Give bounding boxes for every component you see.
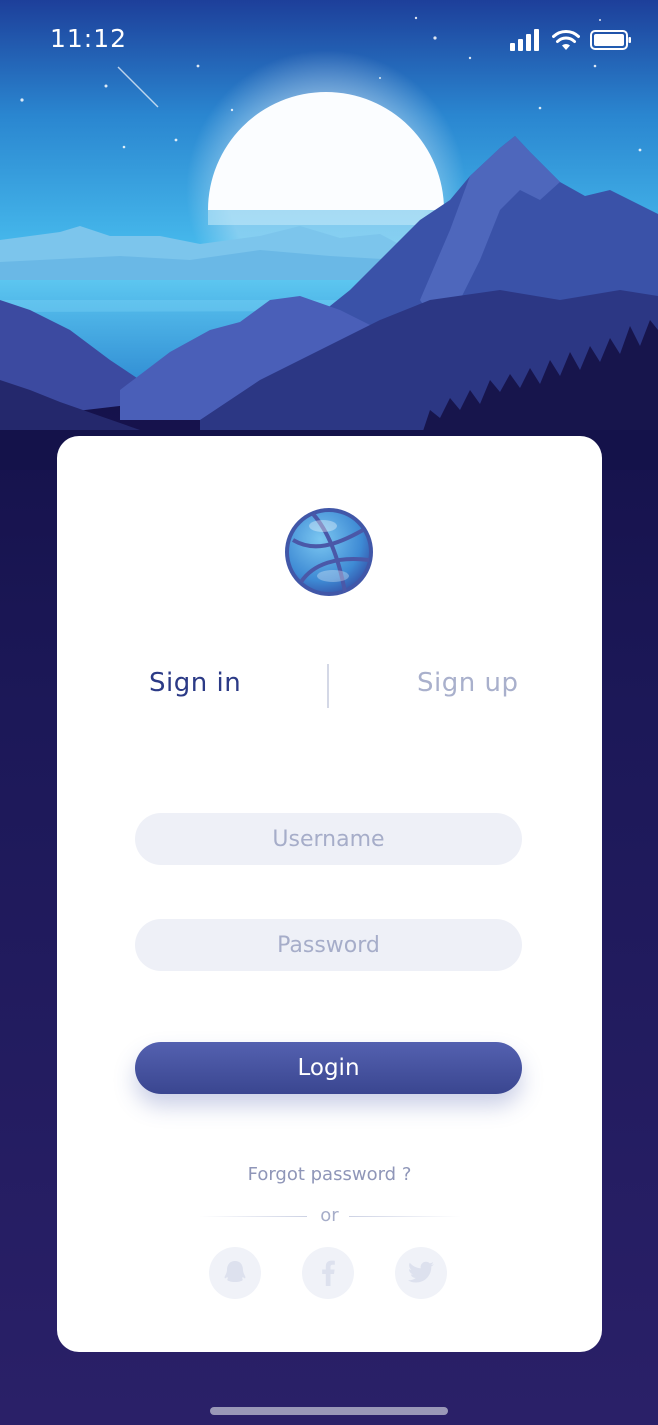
status-icons [510, 28, 632, 52]
username-input[interactable] [135, 813, 522, 865]
tab-divider [327, 664, 329, 708]
status-bar: 11:12 [0, 0, 658, 80]
password-input[interactable] [135, 919, 522, 971]
tab-sign-in[interactable]: Sign in [149, 668, 241, 698]
qq-icon [224, 1261, 246, 1282]
auth-tabs: Sign in Sign up [57, 662, 602, 710]
status-time: 11:12 [50, 24, 128, 53]
battery-icon [590, 30, 631, 50]
home-indicator[interactable] [210, 1407, 448, 1415]
dribbble-logo-icon [285, 508, 373, 596]
twitter-icon [407, 1261, 434, 1283]
separator-line-right [349, 1216, 461, 1217]
login-button[interactable]: Login [135, 1042, 522, 1094]
signal-icon [510, 29, 539, 51]
login-card: Sign in Sign up Login Forgot password ? … [57, 436, 602, 1352]
forgot-password-link[interactable]: Forgot password ? [57, 1164, 602, 1185]
facebook-icon [322, 1260, 335, 1286]
twitter-login-button[interactable] [395, 1247, 447, 1299]
qq-login-button[interactable] [209, 1247, 261, 1299]
wifi-icon [552, 29, 580, 50]
tab-sign-up[interactable]: Sign up [417, 668, 518, 698]
or-separator: or [57, 1204, 602, 1228]
or-label: or [320, 1205, 339, 1226]
facebook-login-button[interactable] [302, 1247, 354, 1299]
